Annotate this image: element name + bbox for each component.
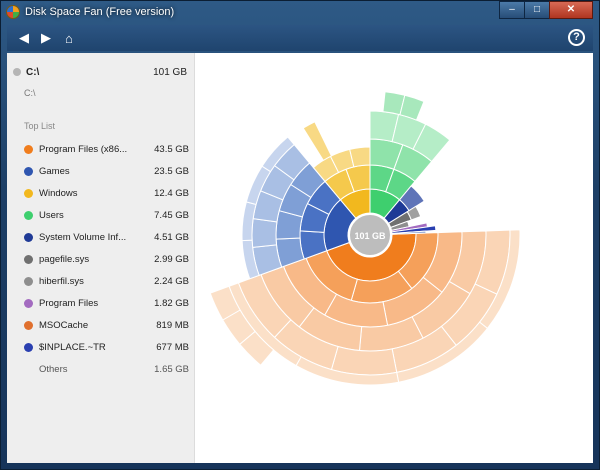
forward-arrow-icon[interactable]: ▶ [41,30,51,46]
item-size: 7.45 GB [154,209,189,221]
list-item[interactable]: $INPLACE.~TR 677 MB [24,336,189,358]
item-name: Users [39,209,64,221]
help-icon[interactable]: ? [568,29,585,46]
sunburst-chart-area: 101 GB [196,53,593,463]
drive-path[interactable]: C:\ [24,88,36,98]
sidebar: C:\ 101 GB C:\ Top List Program Files (x… [7,53,195,463]
chart-center-label: 101 GB [354,231,386,241]
segment-windows-branch[interactable] [302,121,333,162]
color-dot-icon [24,276,33,286]
item-name: System Volume Inf... [39,231,127,243]
color-dot-icon [24,144,33,154]
color-dot-icon [24,342,33,352]
color-dot-icon [24,166,33,176]
item-name: $INPLACE.~TR [39,341,106,353]
item-name: MSOCache [39,319,89,331]
item-name: Program Files [39,297,99,309]
item-size: 2.24 GB [154,275,189,287]
title-bar[interactable]: Disk Space Fan (Free version) – □ ✕ [1,1,599,23]
color-dot-icon [24,232,33,242]
item-name: Games [39,165,70,177]
item-name: Program Files (x86... [39,143,128,155]
item-size: 12.4 GB [154,187,189,199]
item-name: Windows [39,187,78,199]
item-size: 1.65 GB [154,363,189,375]
color-dot-icon [24,320,33,330]
drive-name: C:\ [26,66,40,78]
item-size: 819 MB [156,319,189,331]
drive-icon [13,68,21,76]
top-list: Program Files (x86... 43.5 GB Games 23.5… [24,138,189,380]
toolbar: ◀ ▶ ⌂ ? [7,25,593,51]
drive-size: 101 GB [153,66,187,78]
list-item[interactable]: Games 23.5 GB [24,160,189,182]
top-list-heading: Top List [24,121,56,131]
item-name: hiberfil.sys [39,275,84,287]
client-area: C:\ 101 GB C:\ Top List Program Files (x… [7,53,593,463]
list-item[interactable]: Windows 12.4 GB [24,182,189,204]
item-name: pagefile.sys [39,253,90,265]
item-size: 1.82 GB [154,297,189,309]
list-item[interactable]: Program Files (x86... 43.5 GB [24,138,189,160]
app-logo-icon [6,5,20,19]
item-size: 677 MB [156,341,189,353]
window-controls: – □ ✕ [499,1,593,19]
list-item[interactable]: Users 7.45 GB [24,204,189,226]
close-button[interactable]: ✕ [549,1,593,19]
item-name: Others [39,363,68,375]
color-dot-icon [24,210,33,220]
segment-games[interactable] [251,218,278,248]
color-dot-icon [24,188,33,198]
segment-program-files-x86[interactable] [330,345,398,376]
item-size: 2.99 GB [154,253,189,265]
app-window: Disk Space Fan (Free version) – □ ✕ ◀ ▶ … [0,0,600,470]
item-size: 4.51 GB [154,231,189,243]
item-size: 43.5 GB [154,143,189,155]
color-dot-icon [24,298,33,308]
color-dot-icon [24,254,33,264]
list-item[interactable]: MSOCache 819 MB [24,314,189,336]
back-arrow-icon[interactable]: ◀ [19,30,29,46]
segment-windows[interactable] [349,146,371,168]
list-item-others[interactable]: Others 1.65 GB [24,358,189,380]
item-size: 23.5 GB [154,165,189,177]
home-icon[interactable]: ⌂ [65,31,73,46]
list-item[interactable]: System Volume Inf... 4.51 GB [24,226,189,248]
list-item[interactable]: pagefile.sys 2.99 GB [24,248,189,270]
list-item[interactable]: Program Files 1.82 GB [24,292,189,314]
minimize-button[interactable]: – [499,1,525,19]
sunburst-chart[interactable]: 101 GB [196,53,593,463]
maximize-button[interactable]: □ [524,1,550,19]
list-item[interactable]: hiberfil.sys 2.24 GB [24,270,189,292]
drive-row[interactable]: C:\ 101 GB [13,65,189,79]
window-title: Disk Space Fan (Free version) [25,6,175,18]
